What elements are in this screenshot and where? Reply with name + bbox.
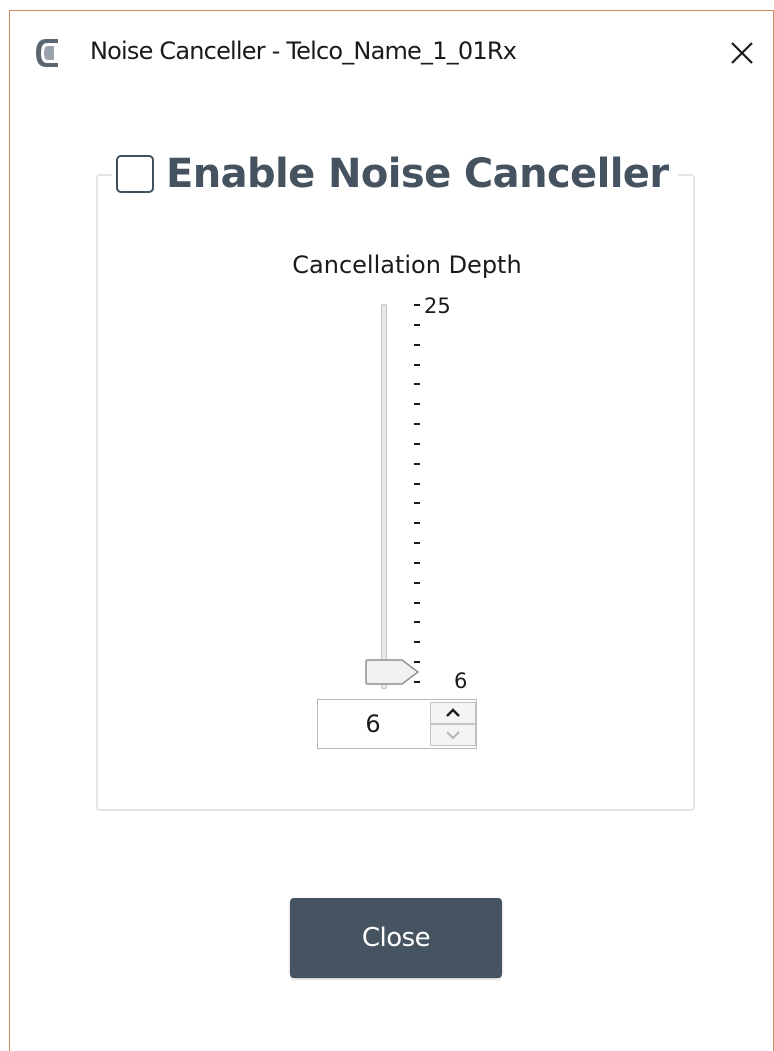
slider-tick (414, 502, 420, 505)
spin-down-button[interactable] (430, 724, 476, 746)
noise-canceller-dialog: Noise Canceller - Telco_Name_1_01Rx Enab… (9, 10, 774, 1051)
title-bar[interactable]: Noise Canceller - Telco_Name_1_01Rx (10, 11, 773, 91)
group-legend: Enable Noise Canceller (112, 149, 679, 199)
spin-up-button[interactable] (430, 702, 476, 724)
slider-tick (414, 542, 420, 545)
slider-tick (414, 601, 420, 604)
slider-tick (414, 561, 420, 564)
slider-max-label: 25 (424, 294, 451, 318)
close-button[interactable]: Close (290, 898, 502, 978)
enable-noise-canceller-label[interactable]: Enable Noise Canceller (166, 151, 669, 197)
slider-tick (414, 482, 420, 485)
slider-tick (414, 462, 420, 465)
window-title: Noise Canceller - Telco_Name_1_01Rx (90, 37, 517, 65)
arrow-down-icon (446, 731, 460, 740)
slider-tick (414, 442, 420, 445)
cancellation-depth-label: Cancellation Depth (292, 251, 522, 279)
slider-tick (414, 363, 420, 366)
slider-tick (414, 522, 420, 525)
slider-tick (414, 581, 420, 584)
slider-tick (414, 323, 420, 326)
slider-tick-scale: 25 6 (414, 294, 474, 696)
slider-thumb[interactable] (364, 659, 420, 685)
close-x-icon[interactable] (722, 33, 762, 73)
slider-tick (414, 621, 420, 624)
cancellation-depth-spinbox[interactable] (317, 699, 477, 749)
spin-buttons (430, 702, 476, 746)
slider-tick (414, 403, 420, 406)
cancellation-depth-input[interactable] (318, 700, 428, 748)
slider-tick (414, 304, 420, 306)
slider-tick (414, 343, 420, 346)
enable-noise-canceller-checkbox[interactable] (116, 155, 154, 193)
cancellation-depth-slider-track[interactable] (381, 304, 387, 689)
slider-tick (414, 383, 420, 386)
slider-min-label: 6 (454, 669, 468, 693)
arrow-up-icon (446, 708, 460, 717)
slider-tick (414, 641, 420, 644)
slider-tick (414, 423, 420, 426)
app-logo-icon (36, 39, 58, 67)
